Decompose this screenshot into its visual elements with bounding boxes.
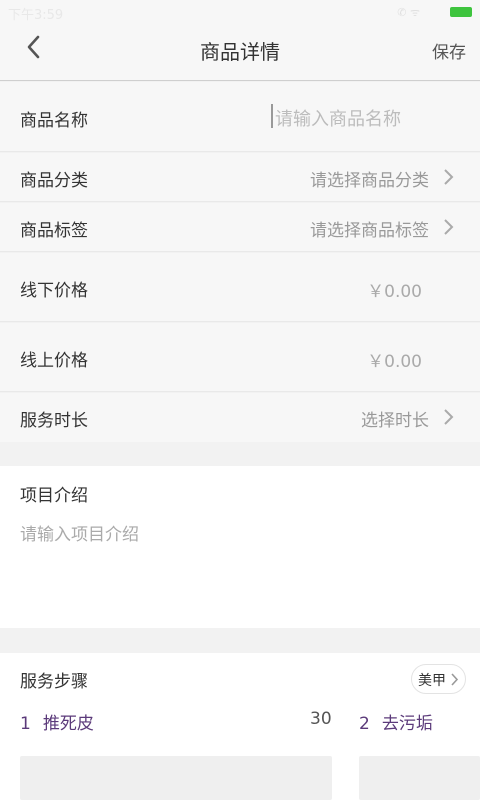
nav-bar: 商品详情 保存 [0, 24, 480, 81]
intro-label: 项目介绍 [20, 486, 88, 506]
duration-row[interactable]: 服务时长 选择时长 [0, 393, 480, 442]
step-number: 1 [20, 714, 31, 734]
step-number: 2 [359, 714, 370, 734]
step-name: 推死皮 [42, 714, 94, 734]
step-item-1[interactable]: 1 推死皮 [20, 709, 94, 734]
product-tag-select[interactable]: 请选择商品标签 [310, 216, 429, 241]
text-cursor [271, 104, 273, 128]
chevron-right-icon [451, 673, 459, 686]
step-count: 30 [310, 709, 332, 729]
chevron-right-icon [444, 409, 454, 425]
step-item-2[interactable]: 2 去污垢 [359, 709, 433, 734]
intro-section: 项目介绍 请输入项目介绍 [0, 466, 480, 628]
intro-textarea[interactable]: 请输入项目介绍 [20, 520, 139, 545]
status-bar: 下午3:59 ✆ ᯤ [0, 0, 480, 24]
product-name-input[interactable]: 请输入商品名称 [275, 105, 401, 131]
online-price-label: 线上价格 [20, 351, 88, 371]
product-name-row: 商品名称 请输入商品名称 [0, 82, 480, 152]
category-tag-button[interactable]: 美甲 [411, 664, 466, 694]
offline-price-row: 线下价格 ￥0.00 [0, 253, 480, 322]
product-tag-label: 商品标签 [20, 221, 88, 241]
back-arrow-icon[interactable] [22, 32, 46, 62]
duration-select[interactable]: 选择时长 [361, 406, 429, 431]
wifi-icon: ✆ ᯤ [397, 6, 420, 19]
status-time: 下午3:59 [8, 8, 64, 23]
category-tag-label: 美甲 [418, 673, 446, 689]
chevron-right-icon [444, 219, 454, 235]
steps-label: 服务步骤 [20, 672, 88, 692]
online-price-row: 线上价格 ￥0.00 [0, 323, 480, 392]
offline-price-label: 线下价格 [20, 281, 88, 301]
product-category-row[interactable]: 商品分类 请选择商品分类 [0, 153, 480, 202]
product-category-select[interactable]: 请选择商品分类 [310, 166, 429, 191]
step-name: 去污垢 [381, 714, 433, 734]
product-tag-row[interactable]: 商品标签 请选择商品标签 [0, 203, 480, 252]
chevron-right-icon [444, 169, 454, 185]
product-name-label: 商品名称 [20, 111, 88, 131]
battery-icon [450, 7, 472, 17]
offline-price-input[interactable]: ￥0.00 [367, 277, 422, 302]
page-title: 商品详情 [200, 40, 280, 64]
duration-label: 服务时长 [20, 411, 88, 431]
online-price-input[interactable]: ￥0.00 [367, 347, 422, 372]
product-category-label: 商品分类 [20, 171, 88, 191]
step-image[interactable] [359, 756, 480, 800]
step-image[interactable] [20, 756, 332, 800]
save-button[interactable]: 保存 [432, 38, 466, 63]
